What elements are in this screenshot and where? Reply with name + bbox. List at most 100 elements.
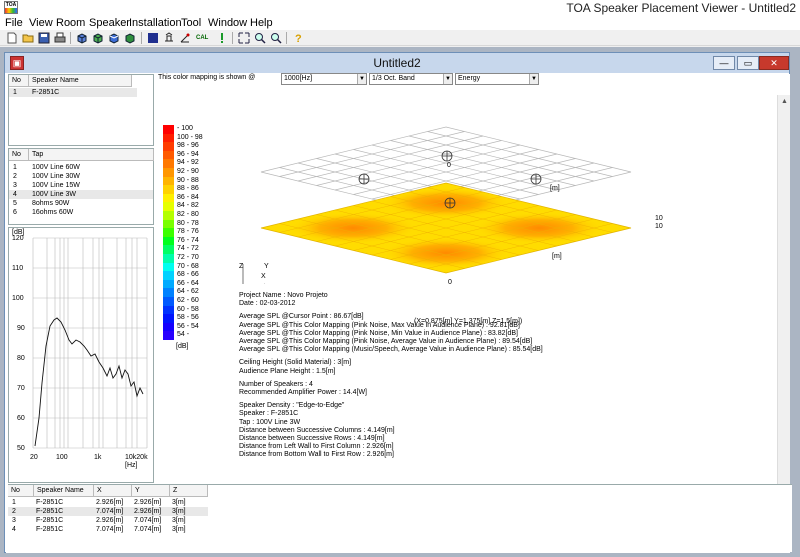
table-header-x[interactable]: X: [94, 485, 132, 497]
graph-x-tick: 20: [30, 454, 38, 461]
speaker-list-row[interactable]: 1 F-2851C: [9, 88, 137, 97]
legend-label: - 100: [177, 125, 193, 132]
view-3d-side-icon[interactable]: [92, 32, 104, 44]
cell-no: 2: [12, 508, 16, 515]
menu-view[interactable]: View: [29, 16, 53, 30]
speaker-list-header-name[interactable]: Speaker Name: [29, 75, 132, 87]
solid-view-icon[interactable]: [147, 32, 159, 44]
legend-label: 98 - 96: [177, 142, 199, 150]
table-header-y[interactable]: Y: [132, 485, 170, 497]
zoom-out-icon[interactable]: [270, 32, 282, 44]
tap-value: 100V Line 15W: [32, 182, 80, 189]
menu-file[interactable]: File: [5, 16, 23, 30]
legend-label: 88 - 86: [177, 185, 199, 193]
info-line: Distance from Bottom Wall to First Row :…: [239, 451, 394, 459]
print-icon[interactable]: [54, 32, 66, 44]
app-title-bar: TOA TOA Speaker Placement Viewer - Untit…: [0, 0, 800, 16]
graph-y-tick: 90: [17, 325, 25, 332]
info-line: Distance between Successive Columns : 4.…: [239, 426, 395, 434]
info-line: Ceiling Height (Solid Material) : 3[m]: [239, 359, 352, 367]
legend-label: 70 - 68: [177, 262, 199, 270]
table-row-selected[interactable]: 2 F-2851C 7.074[m] 2.926[m] 3[m]: [8, 507, 208, 516]
help-icon[interactable]: ?: [292, 32, 304, 44]
frequency-select[interactable]: 1000[Hz] ▼: [281, 73, 367, 85]
tap-list: No Tap 1 100V Line 60W 2 100V Line 30W 3 10…: [8, 148, 154, 225]
menu-tool[interactable]: Tool: [181, 16, 201, 30]
tap-no: 2: [13, 173, 17, 180]
speaker-placement-icon[interactable]: [163, 32, 175, 44]
menu-installation[interactable]: Installation: [129, 16, 182, 30]
chevron-down-icon: ▼: [529, 74, 538, 84]
cell-y: 7.074[m]: [134, 526, 162, 533]
tap-list-row[interactable]: 6 16ohms 60W: [9, 208, 153, 217]
table-header-z[interactable]: Z: [170, 485, 208, 497]
table-row[interactable]: 4 F-2851C 7.074[m] 7.074[m] 3[m]: [8, 525, 208, 534]
graph-y-tick: 110: [12, 265, 24, 272]
calculate-icon[interactable]: CAL: [196, 32, 208, 44]
axis-z-label: Z: [239, 263, 244, 270]
app-icon: TOA: [4, 1, 18, 14]
tap-list-row[interactable]: 2 100V Line 30W: [9, 172, 153, 181]
speaker-angle-icon[interactable]: [179, 32, 191, 44]
cell-y: 2.926[m]: [134, 508, 162, 515]
restore-button[interactable]: ▭: [737, 56, 759, 70]
tap-list-row[interactable]: 5 8ohms 90W: [9, 199, 153, 208]
open-folder-icon[interactable]: [22, 32, 34, 44]
cell-name: F-2851C: [36, 517, 64, 524]
view-3d-iso-icon[interactable]: [124, 32, 136, 44]
table-header-no[interactable]: No: [8, 485, 34, 497]
legend-label: 94 - 92: [177, 159, 199, 167]
scroll-up-icon[interactable]: ▲: [778, 95, 791, 108]
cell-no: 3: [12, 517, 16, 524]
mode-select-value: Energy: [458, 75, 481, 82]
band-select[interactable]: 1/3 Oct. Band ▼: [369, 73, 453, 85]
graph-y-tick: 100: [12, 295, 24, 302]
speaker-list-header-no[interactable]: No: [9, 75, 29, 87]
cell-x: 2.926[m]: [96, 499, 124, 506]
tap-no: 4: [13, 191, 17, 198]
chevron-down-icon: ▼: [443, 74, 452, 84]
tap-list-header-tap[interactable]: Tap: [29, 149, 154, 161]
tap-value: 8ohms 90W: [32, 200, 70, 207]
mode-select[interactable]: Energy ▼: [455, 73, 539, 85]
legend-swatch: [163, 331, 174, 341]
document-title: Untitled2: [373, 56, 421, 70]
zoom-in-icon[interactable]: [254, 32, 266, 44]
table-row[interactable]: 1 F-2851C 2.926[m] 2.926[m] 3[m]: [8, 498, 208, 507]
room-label-0-top: 0: [447, 162, 451, 169]
legend-label: 60 - 58: [177, 305, 199, 313]
tap-value: 100V Line 60W: [32, 164, 80, 171]
menu-window[interactable]: Window: [208, 16, 247, 30]
tap-no: 6: [13, 209, 17, 216]
legend-label: 66 - 64: [177, 279, 199, 287]
new-file-icon[interactable]: [6, 32, 18, 44]
legend-label: 78 - 76: [177, 228, 199, 236]
table-row[interactable]: 3 F-2851C 2.926[m] 7.074[m] 3[m]: [8, 516, 208, 525]
legend-label: 56 - 54: [177, 322, 199, 330]
room-label-0-bottom: 0: [448, 279, 452, 286]
tap-value: 100V Line 3W: [32, 191, 76, 198]
save-icon[interactable]: [38, 32, 50, 44]
minimize-button[interactable]: —: [713, 56, 735, 70]
view-3d-front-icon[interactable]: [76, 32, 88, 44]
legend-label: 62 - 60: [177, 297, 199, 304]
menu-speaker[interactable]: Speaker: [89, 16, 130, 30]
tap-no: 3: [13, 182, 17, 189]
cell-z: 3[m]: [172, 526, 186, 533]
tap-list-header-no[interactable]: No: [9, 149, 29, 161]
vertical-scrollbar[interactable]: ▲ ▼: [777, 95, 790, 501]
view-3d-top-icon[interactable]: [108, 32, 120, 44]
tap-list-row-selected[interactable]: 4 100V Line 3W: [9, 190, 153, 199]
tap-list-row[interactable]: 1 100V Line 60W: [9, 163, 153, 172]
close-button[interactable]: ✕: [759, 56, 789, 70]
warning-icon[interactable]: [216, 32, 228, 44]
frequency-response-graph: [dB] 120 110 100 90 80 70 60 50 20 100 1…: [8, 227, 154, 483]
table-header-name[interactable]: Speaker Name: [34, 485, 94, 497]
tap-list-row[interactable]: 3 100V Line 15W: [9, 181, 153, 190]
cell-y: 7.074[m]: [134, 517, 162, 524]
zoom-fit-icon[interactable]: [238, 32, 250, 44]
legend-label: 64 - 62: [177, 288, 199, 296]
menu-help[interactable]: Help: [250, 16, 273, 30]
menu-room[interactable]: Room: [56, 16, 85, 30]
room-3d-view[interactable]: [231, 104, 671, 284]
